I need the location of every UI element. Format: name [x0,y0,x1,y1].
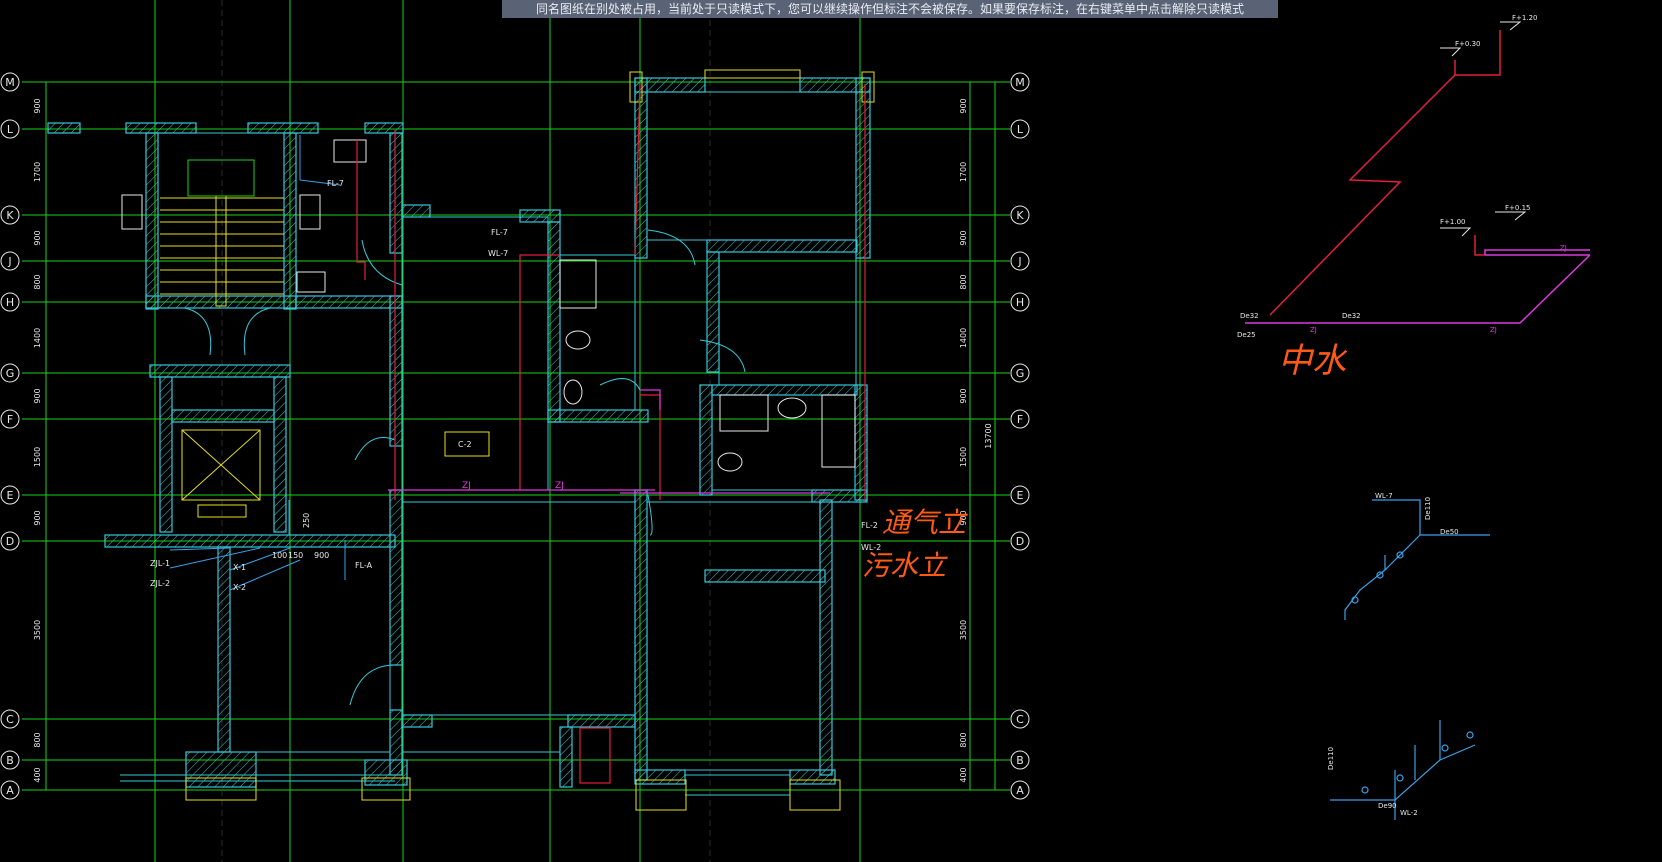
riser-label-de32b: De32 [1342,312,1361,320]
annotation-wushuili: 污水立 [862,549,948,582]
label-zj-2: ZJ [555,481,564,491]
dim-right-11: 400 [959,767,968,782]
dim-left-3: 900 [33,230,42,245]
axis-label-a-left: A [6,784,14,797]
red-pipes [356,83,866,784]
iso1-label-wl7: WL-7 [1375,492,1393,500]
axis-label-l-left: L [7,123,14,136]
dim-right-9: 3500 [959,620,968,640]
isometric-drain-diagram-1 [1344,499,1490,620]
axis-label-m-right: M [1015,76,1025,89]
axis-bubbles-left [0,72,20,800]
axis-label-h-right: H [1016,296,1024,309]
elev-label-2: F+1.20 [1512,14,1537,22]
dim-left-6: 900 [33,388,42,403]
iso2-label-de90: De90 [1378,802,1397,810]
riser-diagram-magenta [1245,249,1591,324]
label-zjl2: ZJL-2 [150,579,170,588]
axis-label-l-right: L [1017,123,1024,136]
riser-label-zj3: ZJ [1560,244,1567,252]
elev-label-3: F+1.00 [1440,218,1465,226]
isometric-drain-diagram-2 [1330,720,1476,820]
dim-left-4: 800 [33,274,42,289]
axis-label-j-left: J [7,255,11,268]
axis-label-c-left: C [6,713,14,726]
riser-label-de32: De32 [1240,312,1259,320]
blue-pipes [169,135,346,591]
annotation-zhongshui: 中水 [1278,341,1348,381]
magenta-pipes [388,389,830,494]
axis-label-g-right: G [1016,367,1025,380]
label-fl2: FL-2 [861,521,878,530]
cad-drawing-canvas[interactable]: M L K J H G F E D C B A M L K J H G F E … [0,0,1662,862]
inner-wall-outlines [120,91,857,796]
axis-label-e-right: E [1017,489,1024,502]
riser-label-zj2: ZJ [1490,326,1497,334]
dim-left-9: 3500 [33,620,42,640]
axis-label-f-right: F [1017,413,1023,426]
dim-right-6: 900 [959,388,968,403]
readonly-notice-banner[interactable]: 同名图纸在别处被占用，当前处于只读模式下，您可以继续操作但标注不会被保存。如果要… [502,0,1278,18]
axis-label-h-left: H [6,296,14,309]
dim-right-3: 900 [959,230,968,245]
iso2-label-wl2: WL-2 [1400,809,1418,817]
axis-label-b-left: B [6,754,14,767]
axis-bubbles-right [1010,72,1030,800]
elev-label-1: F+0.30 [1455,40,1480,48]
label-dim-250: 250 [302,513,311,528]
label-wl7-mid: WL-7 [488,249,508,258]
axis-label-k-left: K [6,209,14,222]
dim-right-7: 1500 [959,447,968,467]
iso2-label-de110: De110 [1327,747,1335,770]
dim-right-1: 900 [959,98,968,113]
riser-label-zj: ZJ [1310,326,1317,334]
dim-right-total: 13700 [984,423,993,448]
dim-left-1: 900 [33,98,42,113]
axis-label-d-right: D [1016,535,1024,548]
label-fla: FL-A [355,561,373,570]
dim-left-10: 800 [33,732,42,747]
label-dim-100: 100 [272,551,287,560]
riser-label-de25: De25 [1237,331,1256,339]
dim-right-5: 1400 [959,328,968,348]
label-zj-1: ZJ [462,481,471,491]
dim-left-8: 900 [33,510,42,525]
dim-left-11: 400 [33,767,42,782]
axis-label-a-right: A [1016,784,1024,797]
label-dim-900: 900 [314,551,329,560]
axis-label-e-left: E [7,489,14,502]
iso1-label-de110: De110 [1424,497,1432,520]
annotation-tongqili: 通气立 [882,506,968,539]
label-x1: X-1 [233,563,246,572]
iso1-label-de50: De50 [1440,528,1459,536]
dim-right-2: 1700 [959,162,968,182]
label-room-c2: C-2 [458,440,472,449]
label-dim-150: 150 [288,551,303,560]
dim-right-4: 800 [959,274,968,289]
axis-label-m-left: M [5,76,15,89]
label-fl7-mid: FL-7 [491,228,508,237]
label-x2: X-2 [233,583,246,592]
axis-label-d-left: D [6,535,14,548]
label-fl7-top: FL-7 [327,179,344,188]
riser-diagram-red [1269,30,1501,316]
label-zjl1: ZJL-1 [150,559,170,568]
dim-left-7: 1500 [33,447,42,467]
axis-label-f-left: F [7,413,13,426]
axis-label-j-right: J [1017,255,1021,268]
dim-left-5: 1400 [33,328,42,348]
dim-right-10: 800 [959,732,968,747]
dim-left-2: 1700 [33,162,42,182]
axis-label-b-right: B [1016,754,1024,767]
elev-label-4: F+0.15 [1505,204,1530,212]
axis-label-g-left: G [6,367,15,380]
axis-label-k-right: K [1016,209,1024,222]
axis-label-c-right: C [1016,713,1024,726]
